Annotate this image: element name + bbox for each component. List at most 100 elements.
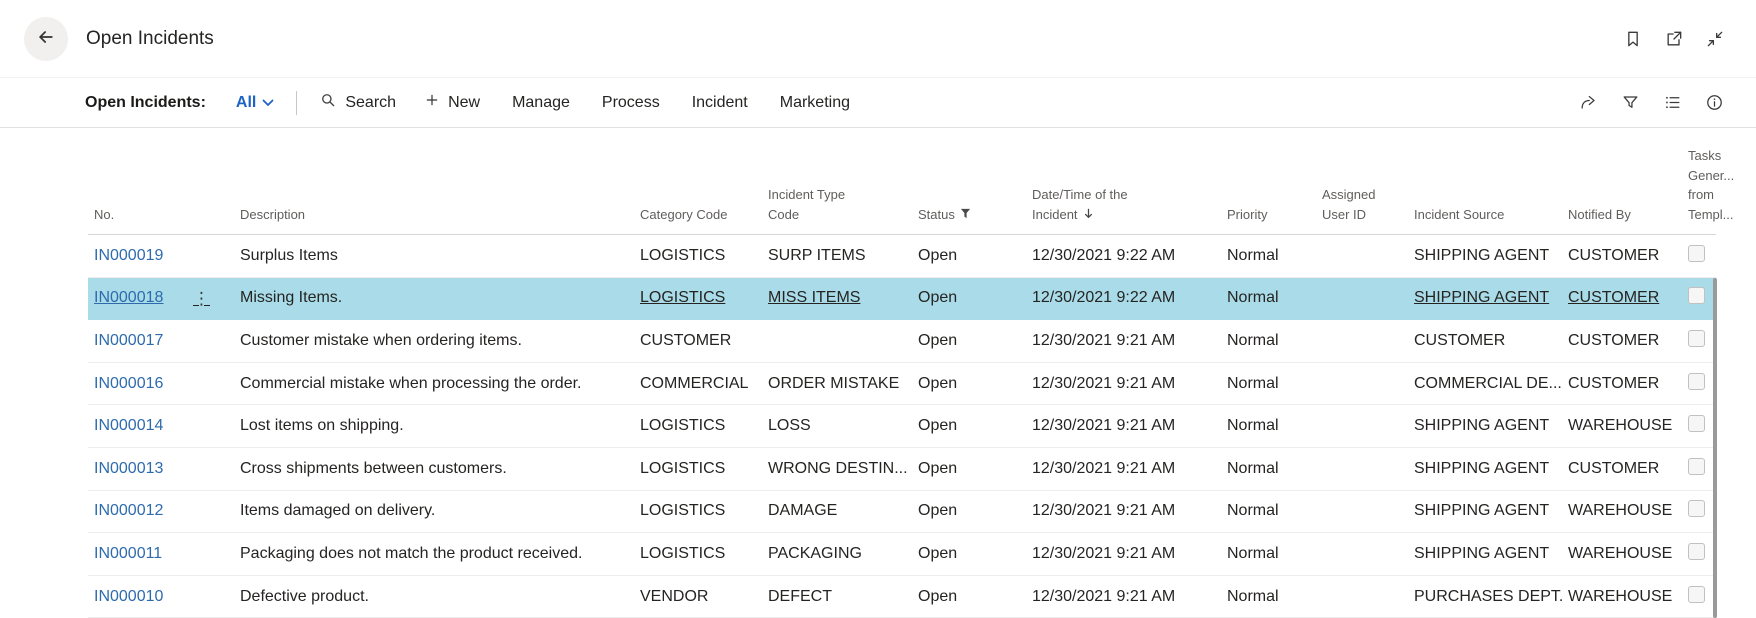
view-filter-dropdown[interactable]: All	[236, 94, 274, 112]
cell-description: Items damaged on delivery.	[240, 502, 436, 520]
table-row[interactable]: IN000019 Surplus Items LOGISTICS SURP ITEMS…	[88, 235, 1716, 278]
cell-no: IN000018 ⋮	[88, 289, 234, 307]
toolbar-right-actions	[1579, 93, 1724, 112]
cell-datetime: 12/30/2021 9:21 AM	[1032, 587, 1176, 605]
search-label: Search	[345, 93, 397, 111]
cell-notified_by: CUSTOMER	[1568, 459, 1660, 477]
view-filter-label: All	[235, 93, 257, 111]
cell-incident_source: SHIPPING AGENT	[1414, 459, 1550, 477]
cell-no: IN000010	[88, 588, 234, 606]
cell-datetime: 12/30/2021 9:21 AM	[1032, 502, 1176, 520]
column-header-description[interactable]: Description	[234, 205, 634, 225]
cell-status: Open	[918, 459, 958, 477]
cell-tasks	[1682, 372, 1716, 395]
cell-category_code: LOGISTICS	[640, 544, 726, 562]
column-header-label: Category Code	[640, 206, 728, 222]
column-header-category_code[interactable]: Category Code	[634, 205, 762, 225]
cell-priority: Normal	[1227, 502, 1279, 520]
cell-priority: Normal	[1227, 587, 1279, 605]
cell-datetime: 12/30/2021 9:22 AM	[1032, 246, 1176, 264]
titlebar: Open Incidents	[0, 0, 1756, 78]
cell-status: Open	[918, 331, 958, 349]
cell-notified_by: WAREHOUSE	[1568, 417, 1673, 435]
cell-priority: Normal	[1227, 459, 1279, 477]
column-header-incident_source[interactable]: Incident Source	[1408, 205, 1562, 225]
tasks-checkbox[interactable]	[1688, 244, 1705, 262]
table-row[interactable]: IN000013 Cross shipments between customer…	[88, 448, 1716, 491]
row-context-menu-icon[interactable]: ⋮	[193, 290, 210, 307]
filter-icon[interactable]	[1621, 93, 1640, 112]
tasks-checkbox[interactable]	[1688, 542, 1705, 560]
show-list-icon[interactable]	[1663, 93, 1682, 112]
cell-category_code: LOGISTICS	[640, 417, 726, 435]
tasks-checkbox[interactable]	[1688, 415, 1705, 433]
tasks-checkbox[interactable]	[1688, 372, 1705, 390]
table-row[interactable]: IN000016 Commercial mistake when processi…	[88, 363, 1716, 406]
tasks-checkbox[interactable]	[1688, 500, 1705, 518]
column-header-datetime[interactable]: Date/Time of the Incident	[1026, 185, 1221, 224]
column-header-notified_by[interactable]: Notified By	[1562, 205, 1682, 225]
vertical-scrollbar[interactable]	[1713, 278, 1717, 618]
back-button[interactable]	[24, 16, 68, 61]
cell-datetime: 12/30/2021 9:22 AM	[1032, 289, 1176, 307]
cell-no: IN000011	[88, 545, 234, 563]
column-header-label: Tasks Gener... from Templ...	[1688, 148, 1735, 222]
table-row[interactable]: IN000014 Lost items on shipping. LOGISTICS…	[88, 405, 1716, 448]
cell-notified_by: WAREHOUSE	[1568, 502, 1673, 520]
incident-no-link[interactable]: IN000017	[94, 332, 163, 350]
cell-status: Open	[918, 587, 958, 605]
column-header-incident_type_code[interactable]: Incident Type Code	[762, 185, 912, 224]
menu-manage[interactable]: Manage	[512, 94, 570, 112]
cell-priority: Normal	[1227, 289, 1279, 307]
tasks-checkbox[interactable]	[1688, 287, 1705, 305]
open-in-new-window-icon[interactable]	[1664, 29, 1684, 49]
cell-tasks	[1682, 287, 1716, 309]
column-header-priority[interactable]: Priority	[1221, 205, 1316, 225]
table-row[interactable]: IN000011 Packaging does not match the pro…	[88, 533, 1716, 576]
cell-tasks	[1682, 415, 1716, 437]
incident-no-link[interactable]: IN000014	[94, 417, 163, 435]
table-row[interactable]: IN000012 Items damaged on delivery. LOGIST…	[88, 491, 1716, 534]
menu-process[interactable]: Process	[602, 94, 660, 112]
column-header-no[interactable]: No.	[88, 205, 234, 225]
cell-datetime: 12/30/2021 9:21 AM	[1032, 544, 1176, 562]
incident-no-link[interactable]: IN000013	[94, 460, 163, 478]
cell-status: Open	[918, 374, 958, 392]
new-button[interactable]: New	[424, 92, 480, 113]
share-icon[interactable]	[1579, 93, 1598, 112]
titlebar-actions	[1623, 29, 1725, 49]
column-header-status[interactable]: Status	[912, 205, 1026, 225]
incident-no-link[interactable]: IN000019	[94, 247, 163, 265]
menu-marketing[interactable]: Marketing	[780, 94, 850, 112]
cell-datetime: 12/30/2021 9:21 AM	[1032, 374, 1176, 392]
cell-priority: Normal	[1227, 417, 1279, 435]
incident-no-link[interactable]: IN000018	[94, 289, 163, 307]
list-caption: Open Incidents:	[85, 93, 206, 111]
table-row[interactable]: IN000017 Customer mistake when ordering i…	[88, 320, 1716, 363]
tasks-checkbox[interactable]	[1688, 585, 1705, 603]
table-row[interactable]: IN000018 ⋮ Missing Items. LOGISTICS MISS ITE…	[88, 277, 1716, 321]
tasks-checkbox[interactable]	[1688, 457, 1705, 475]
info-icon[interactable]	[1705, 93, 1724, 112]
cell-datetime: 12/30/2021 9:21 AM	[1032, 331, 1176, 349]
incident-no-link[interactable]: IN000016	[94, 375, 163, 393]
sort-desc-icon	[1083, 205, 1094, 225]
incident-no-link[interactable]: IN000010	[94, 588, 163, 606]
column-header-tasks[interactable]: Tasks Gener... from Templ...	[1682, 146, 1734, 224]
incident-no-link[interactable]: IN000012	[94, 502, 163, 520]
table-body: IN000019 Surplus Items LOGISTICS SURP ITEMS…	[0, 235, 1756, 618]
search-button[interactable]: Search	[319, 91, 396, 114]
table-row[interactable]: IN000010 Defective product. VENDOR DEFECT Op…	[88, 576, 1716, 618]
bookmark-icon[interactable]	[1623, 29, 1643, 49]
tasks-checkbox[interactable]	[1688, 329, 1705, 347]
column-header-assigned_user_id[interactable]: Assigned User ID	[1316, 185, 1408, 224]
incidents-table: No. Description Category Code Incident Type…	[0, 128, 1756, 618]
menu-incident[interactable]: Incident	[692, 94, 748, 112]
cell-category_code: LOGISTICS	[640, 289, 726, 307]
column-header-label: Description	[240, 206, 306, 222]
cell-incident_type_code: DEFECT	[768, 587, 832, 605]
collapse-icon[interactable]	[1705, 29, 1725, 49]
cell-description: Packaging does not match the product rec…	[240, 544, 583, 562]
search-icon	[319, 91, 337, 114]
incident-no-link[interactable]: IN000011	[94, 545, 162, 563]
